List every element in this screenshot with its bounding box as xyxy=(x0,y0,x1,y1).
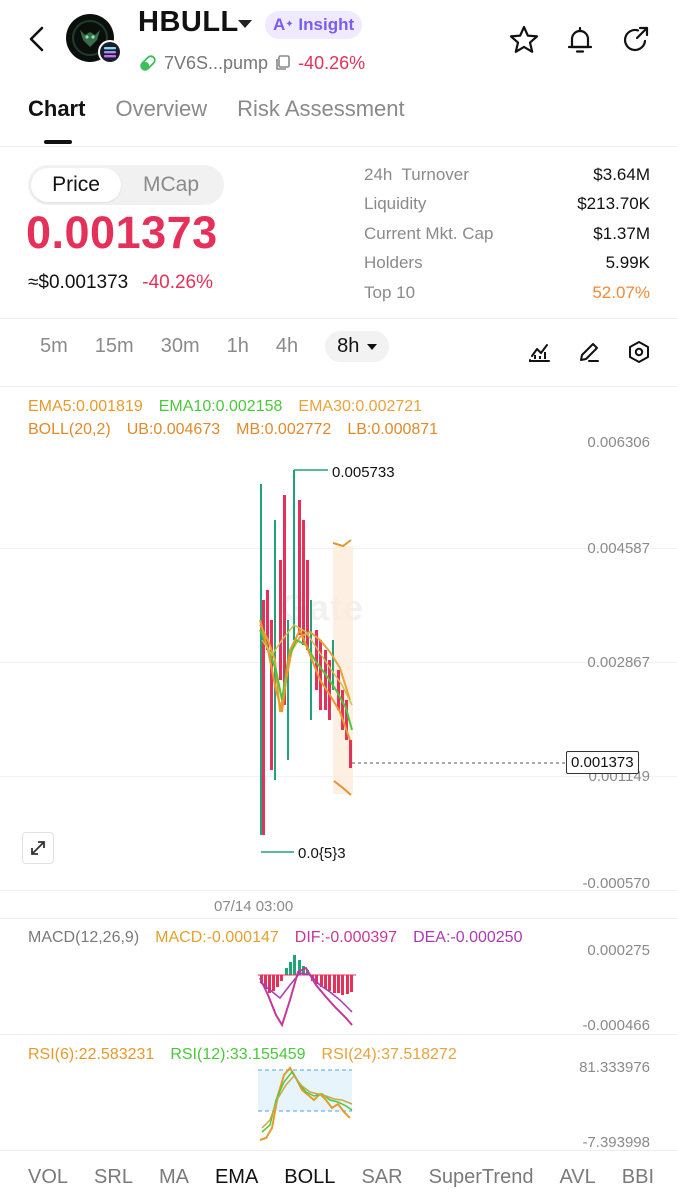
candlestick-chart xyxy=(259,469,566,853)
macd-chart xyxy=(258,955,356,1028)
stats-panel: 24h Turnover $3.64M Liquidity $213.70K C… xyxy=(364,160,650,308)
stat-value: $3.64M xyxy=(593,164,650,184)
token-symbol[interactable]: HBULL xyxy=(138,6,239,39)
indicator-tab-sar[interactable]: SAR xyxy=(361,1166,402,1189)
favorite-button[interactable] xyxy=(508,24,540,56)
ai-icon: A xyxy=(273,15,286,34)
low-price-label: 0.0{5}3 xyxy=(298,845,346,862)
contract-address: 7V6S...pump xyxy=(164,52,269,73)
stat-value: $1.37M xyxy=(593,223,650,243)
usd-price: ≈$0.001373 xyxy=(28,272,129,293)
stat-label: Liquidity xyxy=(364,194,427,214)
interval-1h[interactable]: 1h xyxy=(227,335,249,358)
indicator-tab-vol[interactable]: VOL xyxy=(28,1166,68,1189)
indicator-tab-avl[interactable]: AVL xyxy=(559,1166,595,1189)
interval-30m[interactable]: 30m xyxy=(161,335,200,358)
boll-params: BOLL(20,2) xyxy=(28,421,111,438)
divider xyxy=(0,1150,677,1151)
divider xyxy=(0,386,677,387)
ema10-value: EMA10:0.002158 xyxy=(158,398,283,415)
insight-label: Insight xyxy=(298,15,355,34)
tab-chart[interactable]: Chart xyxy=(28,96,85,122)
chevron-left-icon xyxy=(29,26,44,52)
divider xyxy=(0,146,677,147)
settings-icon xyxy=(629,341,649,363)
star-icon xyxy=(509,25,539,53)
token-avatar xyxy=(66,14,124,66)
bell-icon xyxy=(567,26,593,53)
boll-ub: UB:0.004673 xyxy=(126,421,221,438)
back-button[interactable] xyxy=(22,22,54,56)
alert-button[interactable] xyxy=(564,24,596,56)
ema5-value: EMA5:0.001819 xyxy=(28,398,143,415)
stat-value: 5.99K xyxy=(605,253,650,273)
interval-selector: 5m 15m 30m 1h 4h 8h xyxy=(40,331,390,362)
ema30-value: EMA30:0.002721 xyxy=(298,398,423,415)
interval-8h[interactable]: 8h xyxy=(325,331,390,362)
price-change: -40.26% xyxy=(298,52,366,73)
tab-active-indicator xyxy=(44,140,72,144)
stat-value: $213.70K xyxy=(577,194,650,214)
toggle-mcap[interactable]: MCap xyxy=(121,168,221,202)
indicator-tab-ema[interactable]: EMA xyxy=(215,1166,258,1189)
pill-icon xyxy=(140,55,156,71)
indicator-tab-srl[interactable]: SRL xyxy=(94,1166,133,1189)
chart-settings-button[interactable] xyxy=(627,340,651,364)
current-price: 0.001373 xyxy=(26,207,218,258)
indicator-tab-ma[interactable]: MA xyxy=(159,1166,189,1189)
indicator-tab-bar: VOL SRL MA EMA BOLL SAR SuperTrend AVL B… xyxy=(28,1166,654,1189)
boll-mb: MB:0.002772 xyxy=(236,421,332,438)
indicator-tool-button[interactable] xyxy=(527,340,551,364)
indicator-icon xyxy=(529,344,550,362)
stat-value: 52.07% xyxy=(592,282,650,302)
sparkle-icon: ✦ xyxy=(285,19,294,30)
contract-address-row: 7V6S...pump -40.26% xyxy=(138,51,365,75)
pencil-icon xyxy=(580,343,599,362)
indicator-tab-bbi[interactable]: BBI xyxy=(622,1166,654,1189)
current-price-tag: 0.001373 xyxy=(566,751,639,774)
caret-down-icon xyxy=(367,343,378,350)
stat-label: 24h Turnover xyxy=(364,164,469,184)
stat-row-turnover: 24h Turnover $3.64M xyxy=(364,160,650,190)
divider xyxy=(0,318,677,319)
toggle-price[interactable]: Price xyxy=(31,168,121,202)
boll-legend: BOLL(20,2) UB:0.004673 MB:0.002772 LB:0.… xyxy=(28,421,438,439)
boll-lb: LB:0.000871 xyxy=(347,421,439,438)
tab-risk-assessment[interactable]: Risk Assessment xyxy=(237,96,405,122)
time-axis-label: 07/14 03:00 xyxy=(214,898,294,915)
divider xyxy=(0,918,677,919)
rsi-chart xyxy=(258,1066,353,1141)
indicator-tab-boll[interactable]: BOLL xyxy=(284,1166,335,1189)
expand-icon xyxy=(31,841,45,855)
ema-legend: EMA5:0.001819 EMA10:0.002158 EMA30:0.002… xyxy=(28,398,422,416)
insight-button[interactable]: A✦ Insight xyxy=(265,11,363,39)
indicator-tab-supertrend[interactable]: SuperTrend xyxy=(429,1166,534,1189)
stat-row-top10: Top 10 52.07% xyxy=(364,278,650,308)
tab-bar: Chart Overview Risk Assessment xyxy=(28,96,405,122)
usd-price-row: ≈$0.001373 -40.26% xyxy=(28,272,213,294)
interval-15m[interactable]: 15m xyxy=(95,335,134,358)
stat-row-liquidity: Liquidity $213.70K xyxy=(364,190,650,220)
interval-4h[interactable]: 4h xyxy=(276,335,298,358)
stat-row-holders: Holders 5.99K xyxy=(364,249,650,279)
stat-label: Holders xyxy=(364,253,423,273)
tab-overview[interactable]: Overview xyxy=(115,96,207,122)
draw-tool-button[interactable] xyxy=(577,340,601,364)
usd-change: -40.26% xyxy=(142,272,214,293)
stat-label: Top 10 xyxy=(364,282,416,302)
high-price-label: 0.005733 xyxy=(332,464,395,481)
copy-icon[interactable] xyxy=(274,54,292,72)
stat-row-market-cap: Current Mkt. Cap $1.37M xyxy=(364,219,650,249)
share-button[interactable] xyxy=(620,24,652,56)
interval-5m[interactable]: 5m xyxy=(40,335,68,358)
interval-label: 8h xyxy=(337,335,360,357)
fullscreen-button[interactable] xyxy=(22,832,54,864)
stat-label: Current Mkt. Cap xyxy=(364,223,494,243)
caret-down-icon[interactable] xyxy=(238,20,252,28)
share-icon xyxy=(623,26,649,52)
boll-upper-line xyxy=(332,539,352,548)
divider xyxy=(0,1034,677,1035)
